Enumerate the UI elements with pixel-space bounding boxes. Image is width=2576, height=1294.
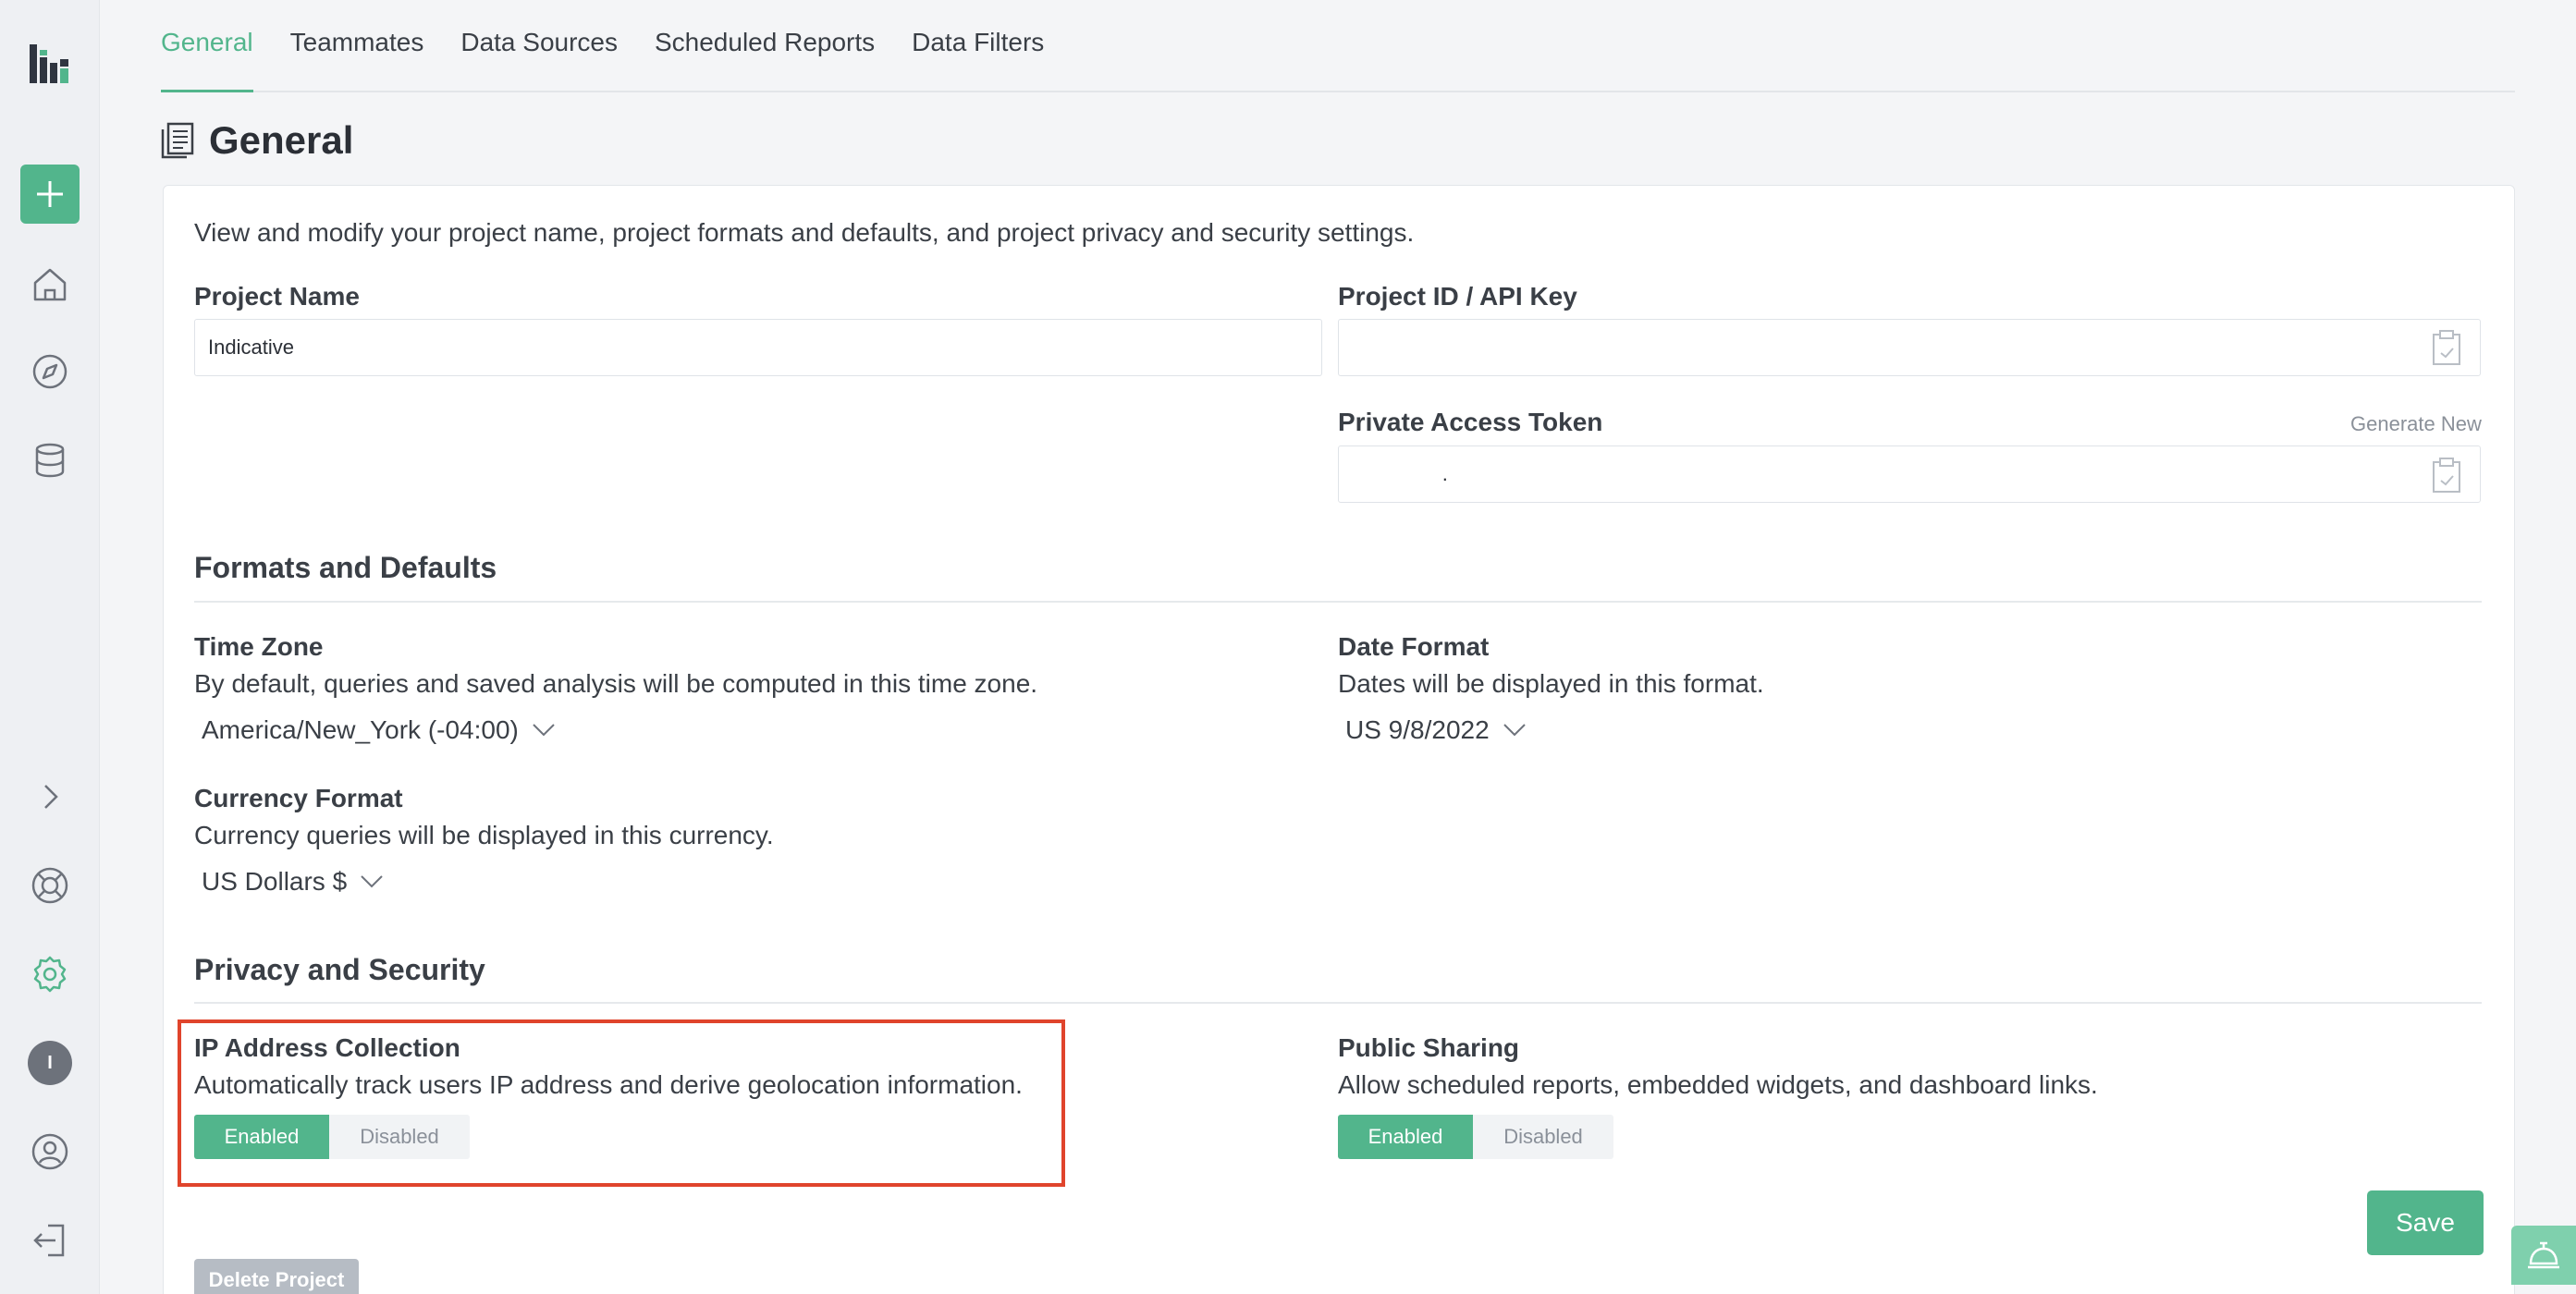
settings-tabs: General Teammates Data Sources Scheduled… [161, 0, 2515, 92]
support-widget[interactable] [2511, 1226, 2576, 1285]
indicative-logo-icon[interactable] [20, 35, 80, 94]
nav-help[interactable] [20, 856, 80, 915]
currency-description: Currency queries will be displayed in th… [194, 821, 774, 849]
ip-disabled-button[interactable]: Disabled [329, 1115, 470, 1159]
section-divider [194, 601, 2482, 603]
timezone-select[interactable]: America/New_York (-04:00) [202, 715, 556, 745]
date-format-label: Date Format [1338, 632, 1490, 661]
sharing-disabled-button[interactable]: Disabled [1473, 1115, 1613, 1159]
timezone-description: By default, queries and saved analysis w… [194, 669, 1038, 698]
chevron-right-icon [44, 785, 58, 809]
logout-button[interactable] [20, 1211, 80, 1270]
ip-enabled-button[interactable]: Enabled [194, 1115, 329, 1159]
tab-data-sources[interactable]: Data Sources [460, 0, 618, 92]
copy-clipboard-icon[interactable] [2430, 329, 2463, 366]
chevron-down-icon [533, 724, 555, 737]
user-circle-icon [31, 1133, 68, 1170]
service-bell-icon [2528, 1241, 2559, 1269]
copy-clipboard-icon[interactable] [2430, 457, 2463, 494]
currency-select[interactable]: US Dollars $ [202, 867, 384, 897]
project-id-input[interactable] [1338, 319, 2481, 376]
document-icon [161, 122, 194, 159]
project-id-label: Project ID / API Key [1338, 282, 1577, 311]
nav-explore[interactable] [20, 342, 80, 401]
timezone-value: America/New_York (-04:00) [202, 715, 519, 744]
currency-label: Currency Format [194, 784, 403, 812]
plus-icon [37, 181, 63, 207]
delete-project-button[interactable]: Delete Project [194, 1259, 359, 1294]
timezone-label: Time Zone [194, 632, 324, 661]
compass-icon [32, 354, 67, 389]
logout-icon [33, 1224, 65, 1257]
project-name-label: Project Name [194, 282, 360, 311]
nav-account[interactable] [20, 1122, 80, 1181]
nav-home[interactable] [20, 255, 80, 314]
date-format-description: Dates will be displayed in this format. [1338, 669, 1764, 698]
project-name-input[interactable] [194, 319, 1322, 376]
intro-text: View and modify your project name, proje… [194, 218, 1415, 247]
nav-data[interactable] [20, 431, 80, 490]
privacy-heading: Privacy and Security [194, 953, 485, 986]
tab-teammates[interactable]: Teammates [290, 0, 424, 92]
tab-scheduled-reports[interactable]: Scheduled Reports [655, 0, 875, 92]
section-divider [194, 1002, 2482, 1004]
sidebar: I [0, 0, 100, 1294]
avatar[interactable]: I [28, 1041, 72, 1085]
save-button[interactable]: Save [2367, 1190, 2484, 1255]
public-sharing-description: Allow scheduled reports, embedded widget… [1338, 1070, 2098, 1099]
avatar-initial: I [47, 1052, 53, 1073]
nav-settings[interactable] [20, 945, 80, 1004]
formats-heading: Formats and Defaults [194, 551, 497, 584]
expand-sidebar-button[interactable] [20, 767, 80, 826]
tab-data-filters[interactable]: Data Filters [912, 0, 1044, 92]
home-icon [33, 268, 67, 301]
access-token-input[interactable] [1338, 446, 2481, 503]
page-title: General [209, 118, 354, 162]
generate-new-link[interactable]: Generate New [2350, 412, 2482, 436]
tab-general[interactable]: General [161, 0, 253, 92]
page-header: General [161, 118, 353, 163]
date-format-value: US 9/8/2022 [1345, 715, 1490, 744]
ip-collection-description: Automatically track users IP address and… [194, 1070, 1023, 1099]
ip-collection-label: IP Address Collection [194, 1033, 460, 1062]
access-token-label: Private Access Token [1338, 408, 1603, 436]
date-format-select[interactable]: US 9/8/2022 [1345, 715, 1527, 745]
database-icon [35, 443, 65, 478]
chevron-down-icon [1503, 724, 1526, 737]
currency-value: US Dollars $ [202, 867, 348, 896]
add-button[interactable] [20, 165, 80, 224]
chevron-down-icon [361, 875, 383, 888]
sharing-enabled-button[interactable]: Enabled [1338, 1115, 1473, 1159]
public-sharing-label: Public Sharing [1338, 1033, 1520, 1062]
ip-collection-toggle: Enabled Disabled [194, 1115, 470, 1159]
gear-icon [33, 956, 67, 993]
public-sharing-toggle: Enabled Disabled [1338, 1115, 1613, 1159]
lifebuoy-icon [31, 867, 68, 904]
